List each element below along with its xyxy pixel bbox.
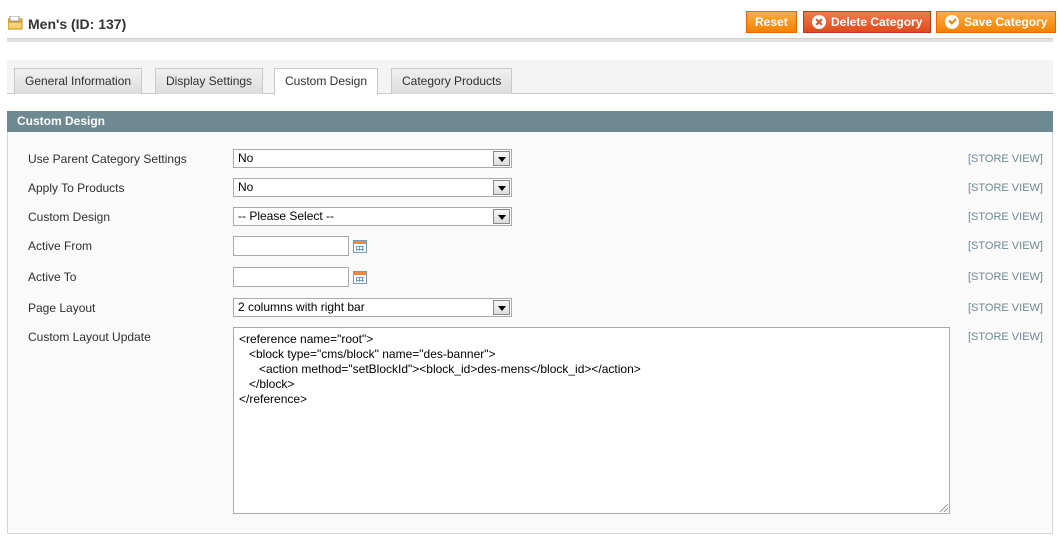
save-category-button[interactable]: Save Category [936, 11, 1057, 33]
page-header: Men's (ID: 137) Reset Delete Category Sa… [0, 0, 1060, 44]
use-parent-scope: [STORE VIEW] [968, 153, 1043, 165]
save-button-label: Save Category [964, 15, 1048, 29]
custom-design-value: -- Please Select -- [238, 209, 335, 223]
tab-display-settings[interactable]: Display Settings [155, 68, 264, 94]
page-layout-select[interactable]: 2 columns with right bar [233, 298, 512, 317]
use-parent-label: Use Parent Category Settings [28, 152, 187, 166]
use-parent-select[interactable]: No [233, 149, 512, 168]
page-layout-label: Page Layout [28, 301, 96, 315]
active-to-label: Active To [28, 270, 77, 284]
dropdown-arrow-icon [493, 151, 510, 166]
layout-update-label: Custom Layout Update [28, 330, 151, 344]
layout-update-value: <reference name="root"> <block type="cms… [239, 332, 641, 406]
active-to-input[interactable] [233, 267, 349, 287]
delete-category-button[interactable]: Delete Category [803, 11, 932, 33]
dropdown-arrow-icon [493, 209, 510, 224]
resize-grip-icon[interactable] [940, 504, 948, 512]
active-from-input[interactable] [233, 236, 349, 256]
dropdown-arrow-icon [493, 180, 510, 195]
tab-custom-design[interactable]: Custom Design [274, 68, 379, 95]
delete-icon [812, 15, 826, 29]
active-from-scope: [STORE VIEW] [968, 240, 1043, 252]
layout-update-scope: [STORE VIEW] [968, 331, 1043, 343]
tab-bar: General Information Display Settings Cus… [7, 60, 1053, 95]
apply-products-select[interactable]: No [233, 178, 512, 197]
layout-update-textarea[interactable]: <reference name="root"> <block type="cms… [233, 327, 950, 514]
dropdown-arrow-icon [493, 300, 510, 315]
calendar-icon[interactable] [353, 271, 367, 284]
page-layout-scope: [STORE VIEW] [968, 302, 1043, 314]
tab-category-products[interactable]: Category Products [391, 68, 513, 94]
tab-general-information[interactable]: General Information [14, 68, 143, 94]
active-from-label: Active From [28, 239, 93, 253]
delete-button-label: Delete Category [831, 15, 923, 29]
section-title: Custom Design [7, 111, 1053, 132]
apply-products-scope: [STORE VIEW] [968, 182, 1043, 194]
reset-button-label: Reset [755, 15, 788, 29]
header-divider [7, 38, 1053, 42]
apply-products-value: No [238, 180, 254, 194]
folder-category-icon [8, 16, 23, 30]
active-to-scope: [STORE VIEW] [968, 271, 1043, 283]
apply-products-label: Apply To Products [28, 181, 125, 195]
page-title: Men's (ID: 137) [28, 16, 127, 32]
check-icon [945, 15, 959, 29]
custom-design-label: Custom Design [28, 210, 111, 224]
custom-design-select[interactable]: -- Please Select -- [233, 207, 512, 226]
page-layout-value: 2 columns with right bar [238, 300, 365, 314]
custom-design-scope: [STORE VIEW] [968, 211, 1043, 223]
use-parent-value: No [238, 151, 254, 165]
reset-button[interactable]: Reset [746, 11, 797, 33]
calendar-icon[interactable] [353, 240, 367, 253]
